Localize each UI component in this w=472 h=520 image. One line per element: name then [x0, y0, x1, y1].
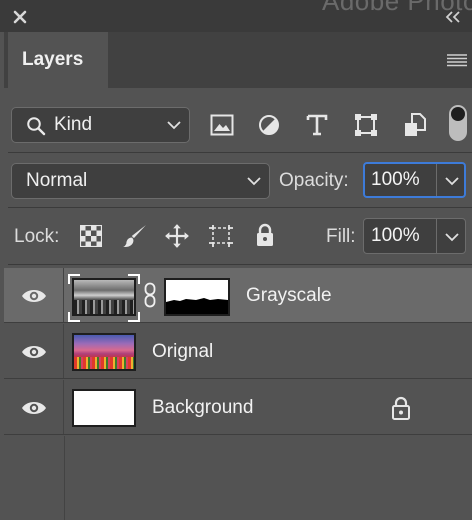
- filter-kind-label: Kind: [54, 114, 93, 135]
- search-icon: [27, 117, 46, 136]
- divider: [436, 164, 437, 196]
- eye-icon[interactable]: [21, 288, 47, 304]
- layer-thumbnail-grayscale[interactable]: [72, 278, 136, 316]
- panel-tab-bar: Layers: [4, 32, 472, 88]
- layer-row-background[interactable]: Background: [4, 380, 472, 435]
- type-filter-icon[interactable]: [306, 114, 328, 136]
- fill-label: Fill:: [326, 226, 356, 247]
- filter-toggle-icon[interactable]: [448, 104, 468, 142]
- lock-image-pixels-icon[interactable]: [122, 223, 148, 249]
- opacity-value: 100%: [371, 169, 420, 190]
- lock-artboard-icon[interactable]: [207, 224, 235, 248]
- layers-empty-area: [64, 436, 65, 520]
- layer-mask-thumbnail[interactable]: [164, 278, 230, 316]
- divider: [436, 219, 437, 253]
- layer-name[interactable]: Orignal: [152, 341, 213, 363]
- shape-filter-icon[interactable]: [354, 113, 378, 137]
- opacity-field[interactable]: 100%: [363, 162, 466, 198]
- layer-name[interactable]: Background: [152, 397, 253, 419]
- link-chain-icon[interactable]: [144, 282, 156, 308]
- lock-label: Lock:: [14, 226, 60, 247]
- mask-shape: [166, 298, 228, 314]
- layer-row-grayscale[interactable]: Grayscale: [4, 268, 472, 323]
- lock-all-icon[interactable]: [255, 223, 275, 247]
- eye-icon[interactable]: [21, 400, 47, 416]
- selection-corner: [68, 274, 80, 284]
- chevron-down-icon: [167, 121, 181, 130]
- thumbnail-detail: [74, 357, 134, 369]
- layer-thumbnail-background[interactable]: [72, 389, 136, 427]
- divider: [8, 152, 472, 153]
- collapse-panel-icon[interactable]: [444, 10, 462, 24]
- smart-object-filter-icon[interactable]: [404, 113, 426, 137]
- lock-position-icon[interactable]: [164, 223, 190, 249]
- panel-menu-icon[interactable]: [446, 52, 468, 68]
- thumbnail-detail: [74, 300, 134, 314]
- divider: [8, 264, 472, 265]
- fill-value: 100%: [371, 225, 420, 246]
- tab-layers[interactable]: Layers: [8, 32, 108, 88]
- selection-corner: [68, 312, 80, 322]
- chevron-down-icon[interactable]: [445, 176, 459, 186]
- divider: [8, 207, 472, 208]
- filter-kind-dropdown[interactable]: Kind: [11, 107, 190, 143]
- blend-mode-dropdown[interactable]: Normal: [11, 163, 270, 199]
- layer-thumbnail-orignal[interactable]: [72, 333, 136, 371]
- lock-transparent-pixels-icon[interactable]: [80, 225, 102, 247]
- chevron-down-icon: [247, 177, 261, 186]
- eye-icon[interactable]: [21, 344, 47, 360]
- image-filter-icon[interactable]: [210, 114, 234, 136]
- opacity-label: Opacity:: [279, 170, 349, 191]
- close-icon[interactable]: [12, 9, 28, 25]
- layer-row-orignal[interactable]: Orignal: [4, 324, 472, 379]
- selection-corner: [128, 274, 140, 284]
- selection-corner: [128, 312, 140, 322]
- adjustment-filter-icon[interactable]: [258, 114, 280, 136]
- layer-name[interactable]: Grayscale: [246, 285, 332, 307]
- layer-lock-icon[interactable]: [391, 396, 411, 420]
- chevron-down-icon[interactable]: [445, 232, 459, 242]
- fill-field[interactable]: 100%: [363, 218, 466, 254]
- blend-mode-value: Normal: [26, 170, 88, 191]
